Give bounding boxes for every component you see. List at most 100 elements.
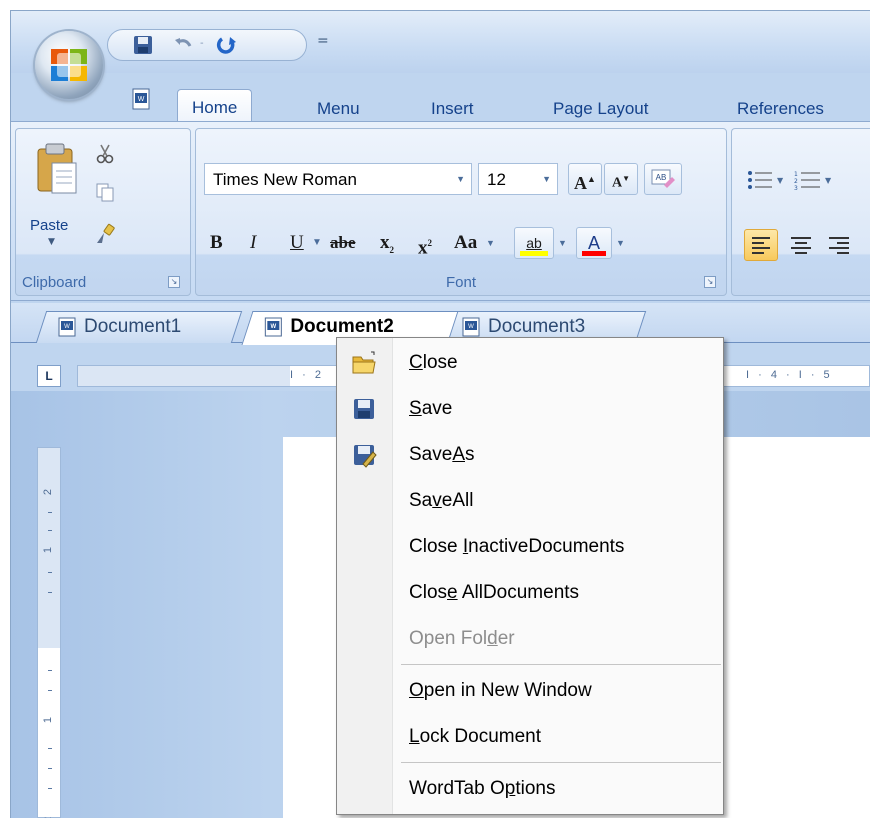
format-painter-icon[interactable] xyxy=(94,223,116,245)
office-button[interactable] xyxy=(35,31,103,99)
grow-font-button[interactable]: A▲ xyxy=(568,163,602,195)
clear-formatting-button[interactable]: AB xyxy=(644,163,682,195)
quick-access-toolbar: - xyxy=(107,29,307,61)
menu-item-save-as[interactable]: SaveAs xyxy=(337,432,723,478)
clear-formatting-icon: AB xyxy=(651,169,675,188)
paste-icon[interactable] xyxy=(34,141,78,195)
underline-button[interactable]: U xyxy=(290,227,304,259)
svg-text:2: 2 xyxy=(794,178,798,185)
menu-item-lock-document[interactable]: Lock Document xyxy=(337,714,723,760)
document-tab-1[interactable]: W Document1 xyxy=(35,311,243,343)
font-color-swatch xyxy=(582,251,606,256)
align-center-icon[interactable] xyxy=(786,231,816,261)
svg-text:▼: ▼ xyxy=(777,176,784,185)
svg-text:W: W xyxy=(270,324,276,330)
svg-text:AB: AB xyxy=(656,173,667,182)
paste-button-label[interactable]: Paste xyxy=(30,217,68,234)
change-case-dropdown-icon[interactable]: ▼ xyxy=(486,227,495,259)
menu-item-open-folder: Open Folder xyxy=(337,616,723,662)
change-case-button[interactable]: Aa xyxy=(454,227,477,259)
document-tab-context-menu: Close Save SaveAs SaveAll Close Inactive… xyxy=(336,337,724,815)
folder-close-icon xyxy=(352,351,376,374)
numbering-icon[interactable]: 1 2 3 ▼ xyxy=(794,169,834,191)
strikethrough-button[interactable]: abe xyxy=(330,227,356,259)
shrink-font-label: A xyxy=(611,175,623,191)
clipboard-dialog-launcher-icon[interactable]: ↘ xyxy=(168,276,180,288)
menu-item-wordtab-options[interactable]: WordTab Options xyxy=(337,766,723,812)
ruler-tick xyxy=(48,788,52,789)
highlight-label: ab xyxy=(526,235,542,251)
menu-item-open-in-new-window[interactable]: Open in New Window xyxy=(337,668,723,714)
font-color-dropdown-icon[interactable]: ▼ xyxy=(616,227,625,259)
menu-label-post: pen in New Window xyxy=(423,680,592,701)
shrink-font-button[interactable]: A▼ xyxy=(604,163,638,195)
word-document-icon: W xyxy=(462,317,480,337)
menu-label-accesskey: d xyxy=(487,628,498,649)
highlight-button[interactable]: ab xyxy=(514,227,554,259)
align-right-icon[interactable] xyxy=(824,231,854,261)
menu-label-post: AllDocuments xyxy=(457,582,580,603)
align-left-icon xyxy=(752,237,770,254)
ruler-tick xyxy=(48,512,52,513)
save-as-icon xyxy=(354,445,377,468)
font-name-dropdown-icon[interactable]: ▼ xyxy=(456,174,465,184)
save-icon xyxy=(354,399,374,419)
vertical-ruler[interactable]: 2 1 1 2 xyxy=(37,447,61,818)
title-bar: - = xyxy=(11,11,870,73)
svg-text:W: W xyxy=(64,324,70,330)
office-logo-icon xyxy=(51,49,87,81)
superscript-button[interactable]: x2 xyxy=(418,227,432,259)
clipboard-group: Paste ▼ Clipboard ↘ xyxy=(15,128,191,296)
tab-selector-button[interactable]: L xyxy=(37,365,61,387)
word-document-icon: W xyxy=(58,317,76,337)
font-name-value: Times New Roman xyxy=(213,170,357,189)
menu-label-accesskey: L xyxy=(409,726,420,747)
save-icon[interactable] xyxy=(132,34,154,56)
font-color-button[interactable]: A xyxy=(576,227,612,259)
menu-label-pre: Sa xyxy=(409,490,433,511)
font-size-dropdown-icon[interactable]: ▼ xyxy=(542,174,551,184)
svg-text:▼: ▼ xyxy=(825,176,832,185)
bold-button[interactable]: B xyxy=(210,227,223,259)
menu-separator xyxy=(401,664,721,665)
font-size-value: 12 xyxy=(487,170,506,189)
font-name-combobox[interactable]: Times New Roman ▼ xyxy=(204,163,472,195)
ruler-tick xyxy=(48,690,52,691)
font-group-label: Font xyxy=(445,274,476,291)
font-dialog-launcher-icon[interactable]: ↘ xyxy=(704,276,716,288)
menu-item-close-inactive-documents[interactable]: Close InactiveDocuments xyxy=(337,524,723,570)
menu-label-pre: Close xyxy=(409,536,463,557)
paste-dropdown-icon[interactable]: ▼ xyxy=(48,237,55,247)
paragraph-group: ▼ 1 2 3 ▼ xyxy=(731,128,870,296)
menu-item-close[interactable]: Close xyxy=(337,340,723,386)
word-document-icon: W xyxy=(132,88,150,110)
menu-label-accesskey: e xyxy=(447,582,458,603)
bullets-icon[interactable]: ▼ xyxy=(746,169,786,191)
menu-label-post: ave xyxy=(421,398,453,419)
vertical-ruler-number: 1 xyxy=(42,716,55,724)
underline-dropdown-icon[interactable]: ▼ xyxy=(312,227,322,259)
ribbon-tabs: W Home Menu Insert Page Layout Reference… xyxy=(11,83,870,129)
customize-qat-icon[interactable]: = xyxy=(317,33,329,49)
font-color-label: A xyxy=(587,233,600,253)
align-left-button[interactable] xyxy=(744,229,778,261)
menu-label-accesskey: O xyxy=(409,680,424,701)
menu-label-post: er xyxy=(497,628,515,649)
subscript-button[interactable]: x2 xyxy=(380,227,394,259)
highlight-dropdown-icon[interactable]: ▼ xyxy=(558,227,567,259)
cut-icon[interactable] xyxy=(94,143,116,165)
redo-icon[interactable] xyxy=(216,34,238,56)
menu-item-save-all[interactable]: SaveAll xyxy=(337,478,723,524)
clipboard-group-label: Clipboard xyxy=(22,274,87,291)
undo-dropdown-icon[interactable]: - xyxy=(200,38,204,49)
subscript-label: x xyxy=(380,232,390,253)
ruler-tick xyxy=(48,670,52,671)
menu-label-accesskey: v xyxy=(432,490,442,511)
menu-item-save[interactable]: Save xyxy=(337,386,723,432)
font-size-combobox[interactable]: 12 ▼ xyxy=(478,163,558,195)
italic-button[interactable]: I xyxy=(250,227,256,259)
undo-icon[interactable] xyxy=(172,34,194,56)
menu-item-close-all-documents[interactable]: Close AllDocuments xyxy=(337,570,723,616)
font-group: Times New Roman ▼ 12 ▼ A▲ A▼ AB B I U ▼ … xyxy=(195,128,727,296)
copy-icon[interactable] xyxy=(94,181,116,203)
